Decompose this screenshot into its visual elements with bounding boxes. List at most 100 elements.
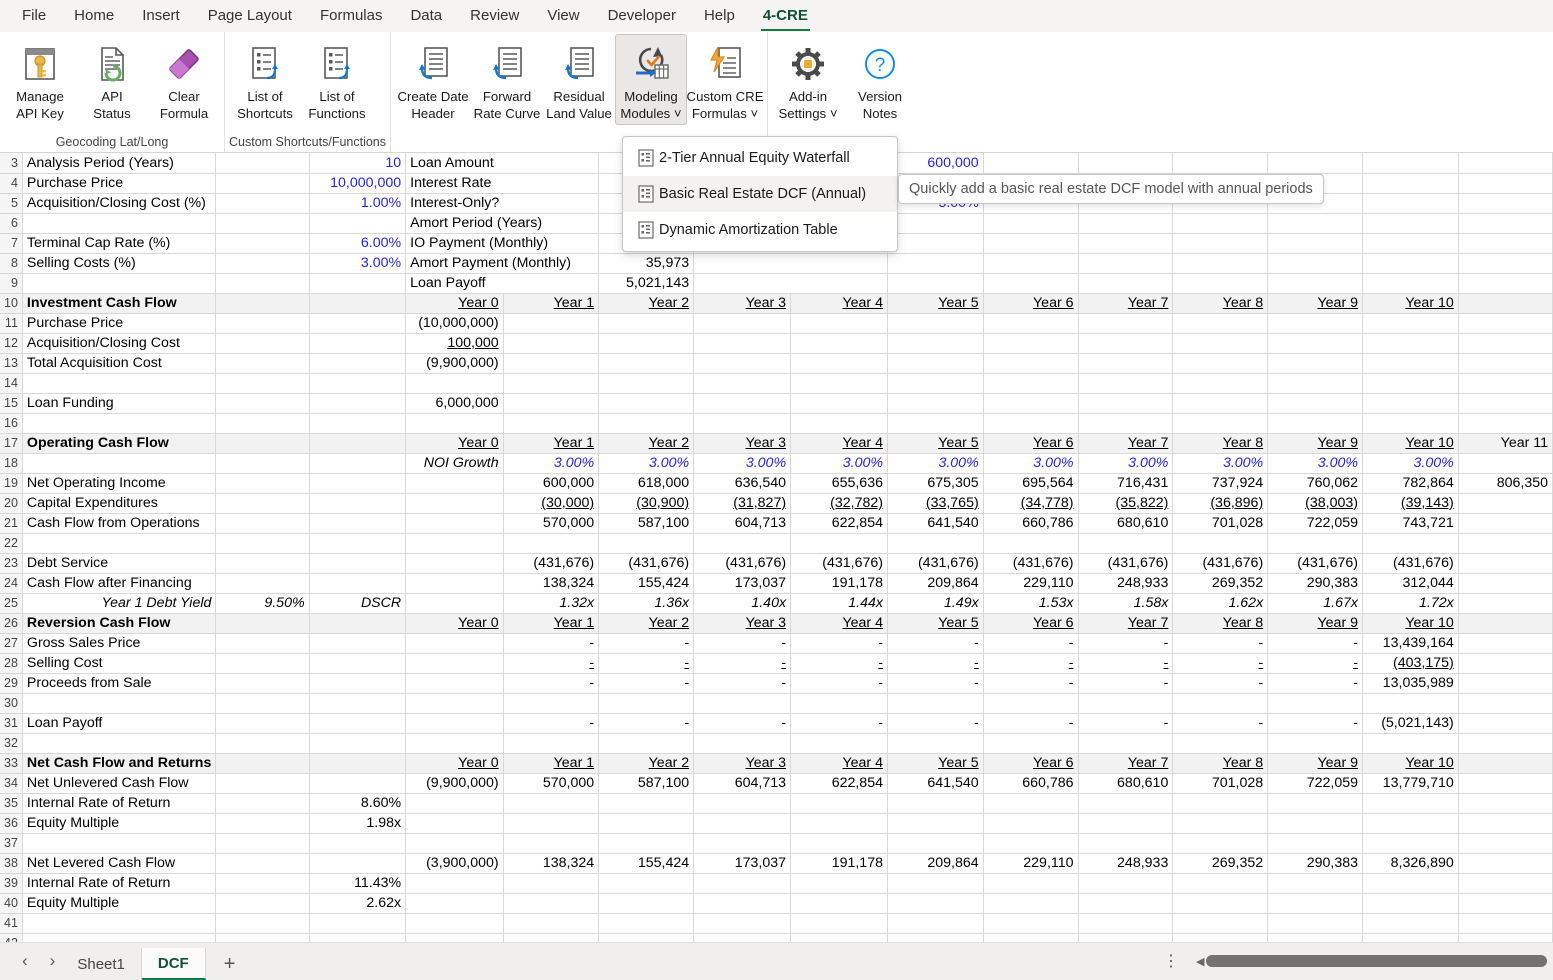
loan-payoff-value[interactable]: - (503, 713, 598, 733)
unlevered-cf-value[interactable]: 722,059 (1268, 773, 1363, 793)
sheet-cell[interactable] (216, 853, 309, 873)
sheet-cell[interactable] (503, 813, 598, 833)
sheet-cell[interactable] (1363, 393, 1459, 413)
noi-value[interactable]: 806,350 (1458, 473, 1552, 493)
debt-service-value[interactable]: (431,676) (1078, 553, 1173, 573)
noi-growth-value[interactable]: 3.00% (503, 453, 598, 473)
line-value[interactable]: 6,000,000 (406, 393, 504, 413)
row-header[interactable]: 20 (0, 493, 22, 513)
income-value[interactable] (887, 253, 983, 273)
cfaf-value[interactable]: 248,933 (1078, 573, 1173, 593)
year-header[interactable]: Year 3 (694, 293, 791, 313)
loan-payoff-value[interactable]: (5,021,143) (1363, 713, 1459, 733)
cfaf-value[interactable]: 312,044 (1363, 573, 1459, 593)
sheet-cell[interactable] (1458, 593, 1552, 613)
sheet-cell[interactable] (1078, 533, 1173, 553)
sheet-cell[interactable] (791, 693, 888, 713)
sheet-cell[interactable] (1458, 153, 1552, 173)
sheet-row[interactable]: 35Internal Rate of Return8.60% (0, 793, 1553, 813)
sheet-cell[interactable] (694, 333, 791, 353)
sheet-cell[interactable] (406, 673, 504, 693)
sheet-cell[interactable] (694, 313, 791, 333)
year-header[interactable]: Year 1 (503, 613, 598, 633)
sheet-cell[interactable] (309, 853, 406, 873)
sheet-cell[interactable] (1173, 153, 1268, 173)
sheet-cell[interactable] (1078, 353, 1173, 373)
proceeds-value[interactable]: - (791, 673, 888, 693)
row-header[interactable]: 7 (0, 233, 22, 253)
selling-cost-value[interactable]: - (1268, 653, 1363, 673)
year-header[interactable]: Year 0 (406, 753, 504, 773)
sheet-cell[interactable] (22, 913, 215, 933)
year-header[interactable]: Year 9 (1268, 293, 1363, 313)
dscr-value[interactable]: 1.58x (1078, 593, 1173, 613)
selling-cost-value[interactable]: - (983, 653, 1078, 673)
sheet-cell[interactable] (1363, 273, 1459, 293)
sheet-cell[interactable] (503, 313, 598, 333)
sheet-cell[interactable] (1458, 613, 1552, 633)
row-header[interactable]: 11 (0, 313, 22, 333)
sheet-cell[interactable] (694, 373, 791, 393)
line-label[interactable]: Internal Rate of Return (22, 793, 215, 813)
ribbon-button-list-of[interactable]: List ofFunctions (301, 34, 373, 125)
sheet-cell[interactable] (309, 513, 406, 533)
unlevered-irr-value[interactable]: 8.60% (309, 793, 406, 813)
sheet-row[interactable]: 33Net Cash Flow and ReturnsYear 0Year 1Y… (0, 753, 1553, 773)
sheet-cell[interactable] (983, 793, 1078, 813)
sheet-cell[interactable] (1173, 833, 1268, 853)
proceeds-value[interactable]: - (1268, 673, 1363, 693)
sheet-row[interactable]: 21Cash Flow from Operations570,000587,10… (0, 513, 1553, 533)
noi-growth-value[interactable]: 3.00% (983, 453, 1078, 473)
levered-cf-value[interactable]: 173,037 (694, 853, 791, 873)
line-value[interactable]: (10,000,000) (406, 313, 504, 333)
row-header[interactable]: 4 (0, 173, 22, 193)
sheet-cell[interactable] (983, 353, 1078, 373)
assumption-label[interactable]: Analysis Period (Years) (22, 153, 215, 173)
sheet-cell[interactable] (1268, 313, 1363, 333)
sheet-cell[interactable] (1268, 533, 1363, 553)
debt-service-value[interactable]: (431,676) (791, 553, 888, 573)
line-label[interactable]: Equity Multiple (22, 813, 215, 833)
sheet-cell[interactable] (503, 793, 598, 813)
loan-payoff-value[interactable]: - (887, 713, 983, 733)
sheet-cell[interactable] (406, 473, 504, 493)
sheet-cell[interactable] (406, 553, 504, 573)
row-header[interactable]: 28 (0, 653, 22, 673)
sheet-cell[interactable] (599, 533, 694, 553)
sheet-cell[interactable] (1173, 793, 1268, 813)
sheet-cell[interactable] (503, 733, 598, 753)
sheet-cell[interactable] (216, 493, 309, 513)
dscr-value[interactable]: 1.49x (887, 593, 983, 613)
gross-sales-value[interactable]: - (1078, 633, 1173, 653)
debt-yield-value[interactable]: 9.50% (216, 593, 309, 613)
loan-payoff-value[interactable]: - (791, 713, 888, 733)
add-sheet-button[interactable]: + (206, 948, 254, 980)
capex-value[interactable]: (32,782) (791, 493, 888, 513)
year-header[interactable]: Year 6 (983, 753, 1078, 773)
cfaf-value[interactable]: 229,110 (983, 573, 1078, 593)
sheet-cell[interactable] (983, 733, 1078, 753)
sheet-cell[interactable] (1268, 353, 1363, 373)
year-header[interactable]: Year 2 (599, 613, 694, 633)
sheet-cell[interactable] (791, 813, 888, 833)
sheet-cell[interactable] (216, 233, 309, 253)
year-header[interactable]: Year 8 (1173, 433, 1268, 453)
noi-growth-value[interactable]: 3.00% (1363, 453, 1459, 473)
line-label[interactable]: Internal Rate of Return (22, 873, 215, 893)
sheet-cell[interactable] (22, 733, 215, 753)
menu-item-2-tier-annual-equity-waterfall[interactable]: 2-Tier Annual Equity Waterfall (623, 140, 897, 176)
line-label[interactable]: Proceeds from Sale (22, 673, 215, 693)
debt-yield-label[interactable]: Year 1 Debt Yield (22, 593, 215, 613)
sheet-row[interactable]: 37 (0, 833, 1553, 853)
sheet-cell[interactable] (791, 533, 888, 553)
assumption-value[interactable]: 3.00% (309, 253, 406, 273)
sheet-row[interactable]: 13Total Acquisition Cost(9,900,000) (0, 353, 1553, 373)
line-label[interactable]: Cash Flow from Operations (22, 513, 215, 533)
sheet-cell[interactable] (1458, 733, 1552, 753)
noi-value[interactable]: 716,431 (1078, 473, 1173, 493)
sheet-cell[interactable] (1268, 273, 1363, 293)
sheet-cell[interactable] (1363, 893, 1459, 913)
sheet-cell[interactable] (406, 693, 504, 713)
sheet-cell[interactable] (694, 793, 791, 813)
proceeds-value[interactable]: - (1173, 673, 1268, 693)
